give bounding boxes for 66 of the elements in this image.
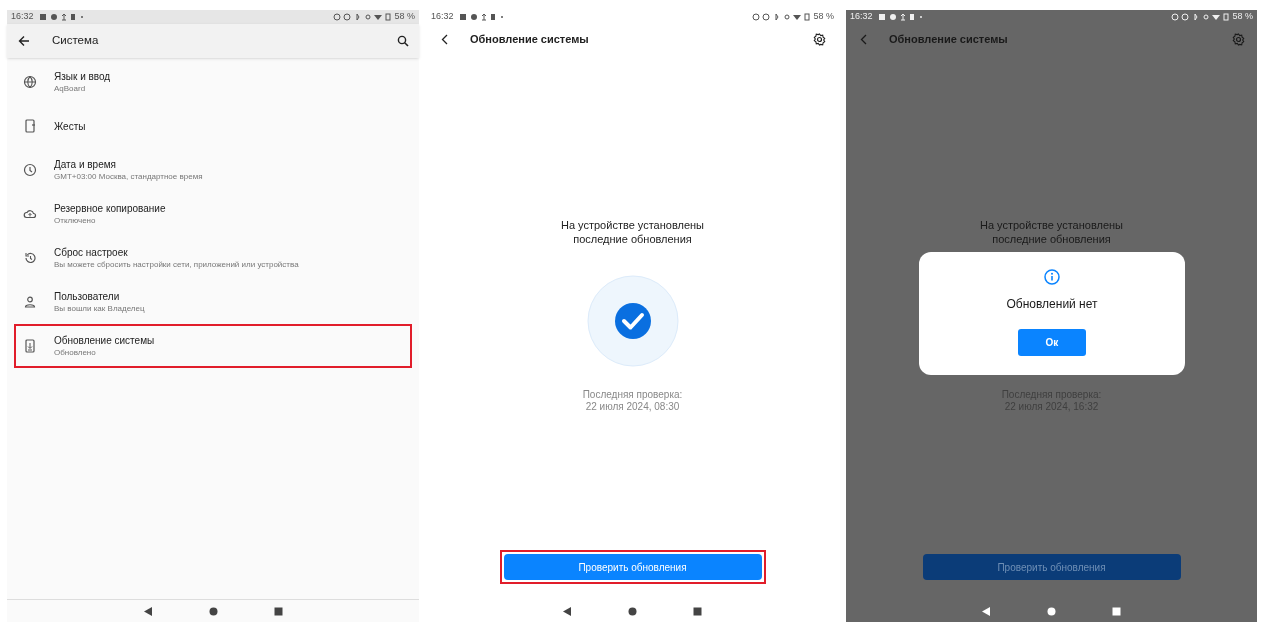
status-icons [333, 13, 392, 21]
status-message-line: На устройстве установлены [560, 218, 705, 232]
battery-percent: 58 % [394, 10, 415, 24]
recents-icon[interactable] [693, 606, 702, 616]
back-icon[interactable] [982, 606, 991, 616]
item-subtitle: Отключено [54, 215, 97, 226]
back-arrow-icon[interactable] [18, 35, 30, 47]
last-check-line: 22 июля 2024, 08:30 [585, 401, 680, 413]
dialog-message: Обновлений нет [1006, 296, 1098, 313]
home-icon[interactable] [628, 606, 637, 616]
setting-icon [23, 251, 37, 265]
item-subtitle: Обновлено [54, 347, 97, 358]
toolbar-title: Обновление системы [889, 31, 1009, 47]
check-badge-icon [586, 275, 679, 367]
status-icons [752, 13, 811, 21]
item-title: Сброс настроек [54, 246, 129, 259]
notification-icons [39, 13, 84, 21]
settings-item[interactable]: Обновление системы Обновлено [14, 324, 412, 368]
settings-item[interactable]: Пользователи Вы вошли как Владелец [14, 280, 412, 324]
battery-percent: 58 % [1232, 10, 1253, 24]
ok-button[interactable]: Ок [1018, 329, 1086, 356]
settings-item[interactable]: Язык и ввод AqBoard [14, 60, 412, 104]
setting-icon [23, 295, 37, 309]
home-icon[interactable] [208, 606, 218, 616]
item-title: Язык и ввод [54, 70, 111, 83]
item-subtitle: AqBoard [54, 83, 87, 94]
status-message-line: последние обновления [992, 232, 1111, 246]
status-time: 16:32 [850, 10, 873, 24]
status-time: 16:32 [431, 10, 454, 24]
item-title: Обновление системы [54, 334, 155, 347]
item-title: Жесты [54, 119, 86, 133]
setting-icon [23, 163, 37, 177]
info-icon [1044, 269, 1060, 285]
item-subtitle: Вы вошли как Владелец [54, 303, 145, 314]
item-title: Дата и время [54, 158, 117, 171]
last-check-line: Последняя проверка: [582, 389, 683, 401]
back-icon[interactable] [563, 606, 572, 616]
notification-icons [878, 13, 923, 21]
battery-percent: 58 % [813, 10, 834, 24]
search-icon[interactable] [397, 35, 409, 47]
status-message-line: На устройстве установлены [979, 218, 1124, 232]
settings-item[interactable]: Жесты [14, 104, 412, 148]
settings-icon[interactable] [813, 32, 826, 46]
item-title: Пользователи [54, 290, 121, 303]
item-subtitle: GMT+03:00 Москва, стандартное время [54, 171, 203, 182]
status-icons [1171, 13, 1230, 21]
back-icon[interactable] [143, 606, 153, 616]
setting-icon [23, 207, 37, 221]
check-updates-button[interactable]: Проверить обновления [503, 554, 762, 580]
status-message-line: последние обновления [573, 232, 692, 246]
setting-icon [23, 119, 37, 133]
toolbar-title: Система [52, 33, 100, 49]
home-icon[interactable] [1047, 606, 1056, 616]
back-chevron-icon[interactable] [441, 33, 448, 45]
settings-item[interactable]: Резервное копирование Отключено [14, 192, 412, 236]
recents-icon[interactable] [273, 606, 283, 616]
item-title: Резервное копирование [54, 202, 166, 215]
setting-icon [23, 339, 37, 353]
setting-icon [23, 75, 37, 89]
notification-icons [459, 13, 504, 21]
toolbar-title: Обновление системы [470, 31, 590, 47]
settings-item[interactable]: Сброс настроек Вы можете сбросить настройки сети, приложений или устройства [14, 236, 412, 280]
settings-item[interactable]: Дата и время GMT+03:00 Москва, стандартное время [14, 148, 412, 192]
item-subtitle: Вы можете сбросить настройки сети, приложений или устройства [54, 259, 299, 270]
recents-icon[interactable] [1112, 606, 1121, 616]
status-time: 16:32 [11, 10, 34, 24]
